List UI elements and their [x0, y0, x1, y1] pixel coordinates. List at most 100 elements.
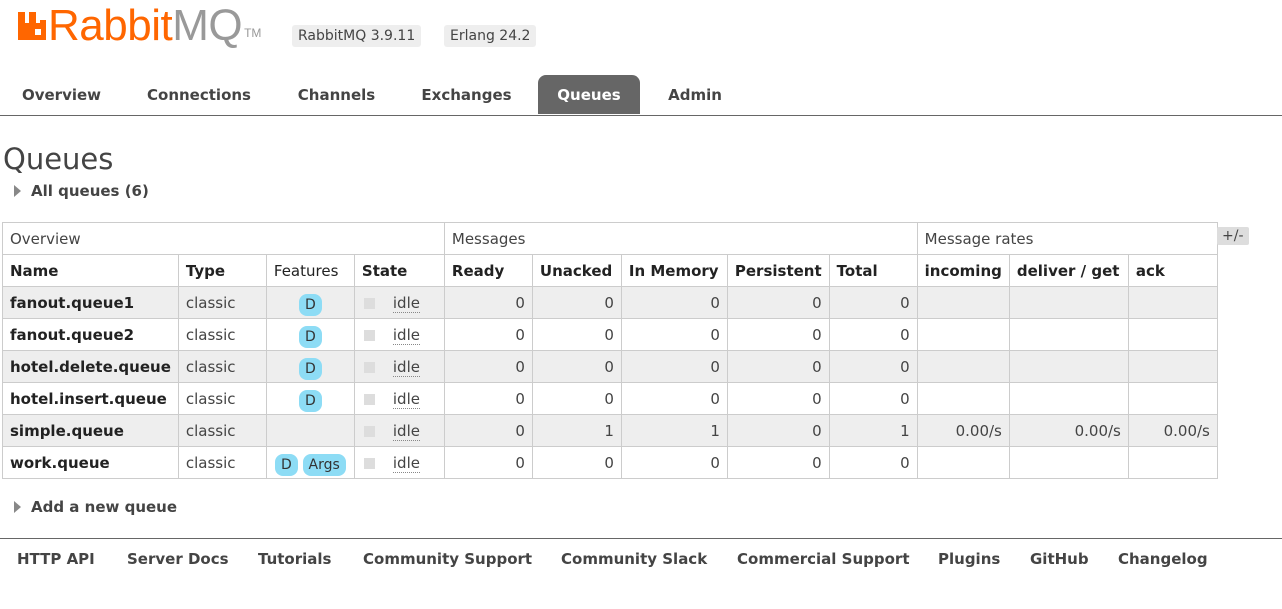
tab-admin[interactable]: Admin: [654, 75, 736, 114]
column-header-type[interactable]: Type: [177, 254, 267, 287]
ack-rate: [1127, 382, 1218, 415]
expand-triangle-icon: [14, 501, 21, 513]
queue-type: classic: [177, 446, 267, 479]
ready-count: 0: [443, 350, 533, 383]
group-header-message-rates: Message rates: [916, 222, 1218, 255]
state-indicator-icon: [363, 425, 375, 437]
logo-trademark: TM: [244, 26, 262, 40]
deliver-get-rate: [1008, 318, 1129, 351]
in-memory-count: 0: [620, 318, 728, 351]
footer-link-github[interactable]: GitHub: [1030, 550, 1089, 568]
persistent-count: 0: [726, 286, 830, 319]
add-queue-label: Add a new queue: [31, 498, 178, 516]
ack-rate: [1127, 318, 1218, 351]
tab-queues[interactable]: Queues: [538, 75, 640, 114]
persistent-count: 0: [726, 350, 830, 383]
table-row[interactable]: work.queue classic D Args idle 0 0 0 0 0: [2, 446, 1218, 479]
footer: HTTP API Server Docs Tutorials Community…: [0, 538, 1282, 609]
durable-feature-badge: D: [299, 293, 322, 316]
footer-link-changelog[interactable]: Changelog: [1118, 550, 1208, 568]
deliver-get-rate: [1008, 286, 1129, 319]
footer-link-commercial-support[interactable]: Commercial Support: [737, 550, 910, 568]
group-header-overview: Overview: [2, 222, 445, 255]
ready-count: 0: [443, 318, 533, 351]
all-queues-toggle[interactable]: All queues (6): [14, 181, 149, 201]
deliver-get-rate: [1008, 446, 1129, 479]
queue-name-link[interactable]: fanout.queue2: [2, 318, 179, 351]
durable-feature-badge: D: [299, 325, 322, 348]
persistent-count: 0: [726, 318, 830, 351]
persistent-count: 0: [726, 414, 830, 447]
ready-count: 0: [443, 446, 533, 479]
logo-text-rabbit: Rabbit: [48, 1, 173, 50]
queue-name-link[interactable]: work.queue: [2, 446, 179, 479]
column-header-deliver-get[interactable]: deliver / get: [1008, 254, 1129, 287]
in-memory-count: 0: [620, 286, 728, 319]
durable-feature-badge: D: [274, 453, 298, 476]
table-row[interactable]: hotel.delete.queue classic D idle 0 0 0 …: [2, 350, 1218, 383]
total-count: 0: [828, 350, 918, 383]
in-memory-count: 0: [620, 350, 728, 383]
ack-rate: [1127, 350, 1218, 383]
table-row[interactable]: fanout.queue1 classic D idle 0 0 0 0 0: [2, 286, 1218, 319]
logo-text-mq: MQ: [172, 1, 243, 50]
column-header-unacked[interactable]: Unacked: [531, 254, 622, 287]
column-header-name[interactable]: Name: [2, 254, 179, 287]
tab-overview[interactable]: Overview: [6, 75, 117, 114]
deliver-get-rate: [1008, 382, 1129, 415]
state-indicator-icon: [363, 361, 375, 373]
persistent-count: 0: [726, 382, 830, 415]
incoming-rate: 0.00/s: [916, 414, 1010, 447]
tab-exchanges[interactable]: Exchanges: [406, 75, 527, 114]
tab-channels[interactable]: Channels: [283, 75, 390, 114]
unacked-count: 0: [531, 350, 622, 383]
queue-name-link[interactable]: simple.queue: [2, 414, 179, 447]
footer-link-community-support[interactable]: Community Support: [363, 550, 532, 568]
group-header-messages: Messages: [443, 222, 918, 255]
ready-count: 0: [443, 286, 533, 319]
deliver-get-rate: [1008, 350, 1129, 383]
column-header-state[interactable]: State: [353, 254, 445, 287]
incoming-rate: [916, 350, 1010, 383]
footer-link-plugins[interactable]: Plugins: [938, 550, 1000, 568]
expand-triangle-icon: [14, 185, 21, 197]
queue-name-link[interactable]: hotel.delete.queue: [2, 350, 179, 383]
footer-link-tutorials[interactable]: Tutorials: [258, 550, 331, 568]
persistent-count: 0: [726, 446, 830, 479]
in-memory-count: 0: [620, 382, 728, 415]
queue-type: classic: [177, 382, 267, 415]
table-row[interactable]: hotel.insert.queue classic D idle 0 0 0 …: [2, 382, 1218, 415]
column-header-incoming[interactable]: incoming: [916, 254, 1010, 287]
rabbitmq-version-badge: RabbitMQ 3.9.11: [292, 25, 422, 47]
column-header-features: Features: [265, 254, 355, 287]
footer-link-community-slack[interactable]: Community Slack: [561, 550, 707, 568]
column-header-in-memory[interactable]: In Memory: [620, 254, 728, 287]
rabbitmq-logo[interactable]: Rabbit MQ TM: [16, 4, 261, 48]
durable-feature-badge: D: [299, 389, 322, 412]
column-header-persistent[interactable]: Persistent: [726, 254, 830, 287]
unacked-count: 0: [531, 382, 622, 415]
queue-name-link[interactable]: fanout.queue1: [2, 286, 179, 319]
table-row[interactable]: simple.queue classic idle 0 1 1 0 1 0.00…: [2, 414, 1218, 447]
footer-link-http-api[interactable]: HTTP API: [17, 550, 95, 568]
durable-feature-badge: D: [299, 357, 322, 380]
column-toggle-button[interactable]: +/-: [1217, 227, 1249, 245]
tab-connections[interactable]: Connections: [134, 75, 264, 114]
add-queue-toggle[interactable]: Add a new queue: [14, 497, 177, 517]
state-indicator-icon: [363, 457, 375, 469]
ready-count: 0: [443, 414, 533, 447]
column-header-ready[interactable]: Ready: [443, 254, 533, 287]
incoming-rate: [916, 318, 1010, 351]
unacked-count: 0: [531, 318, 622, 351]
column-header-total[interactable]: Total: [828, 254, 918, 287]
queue-type: classic: [177, 414, 267, 447]
total-count: 0: [828, 318, 918, 351]
table-row[interactable]: fanout.queue2 classic D idle 0 0 0 0 0: [2, 318, 1218, 351]
rabbitmq-logo-icon: [18, 12, 46, 40]
main-nav-tabs: Overview Connections Channels Exchanges …: [0, 75, 1282, 116]
column-header-ack[interactable]: ack: [1127, 254, 1218, 287]
total-count: 0: [828, 286, 918, 319]
queue-name-link[interactable]: hotel.insert.queue: [2, 382, 179, 415]
footer-link-server-docs[interactable]: Server Docs: [127, 550, 229, 568]
all-queues-label: All queues (6): [31, 182, 149, 200]
